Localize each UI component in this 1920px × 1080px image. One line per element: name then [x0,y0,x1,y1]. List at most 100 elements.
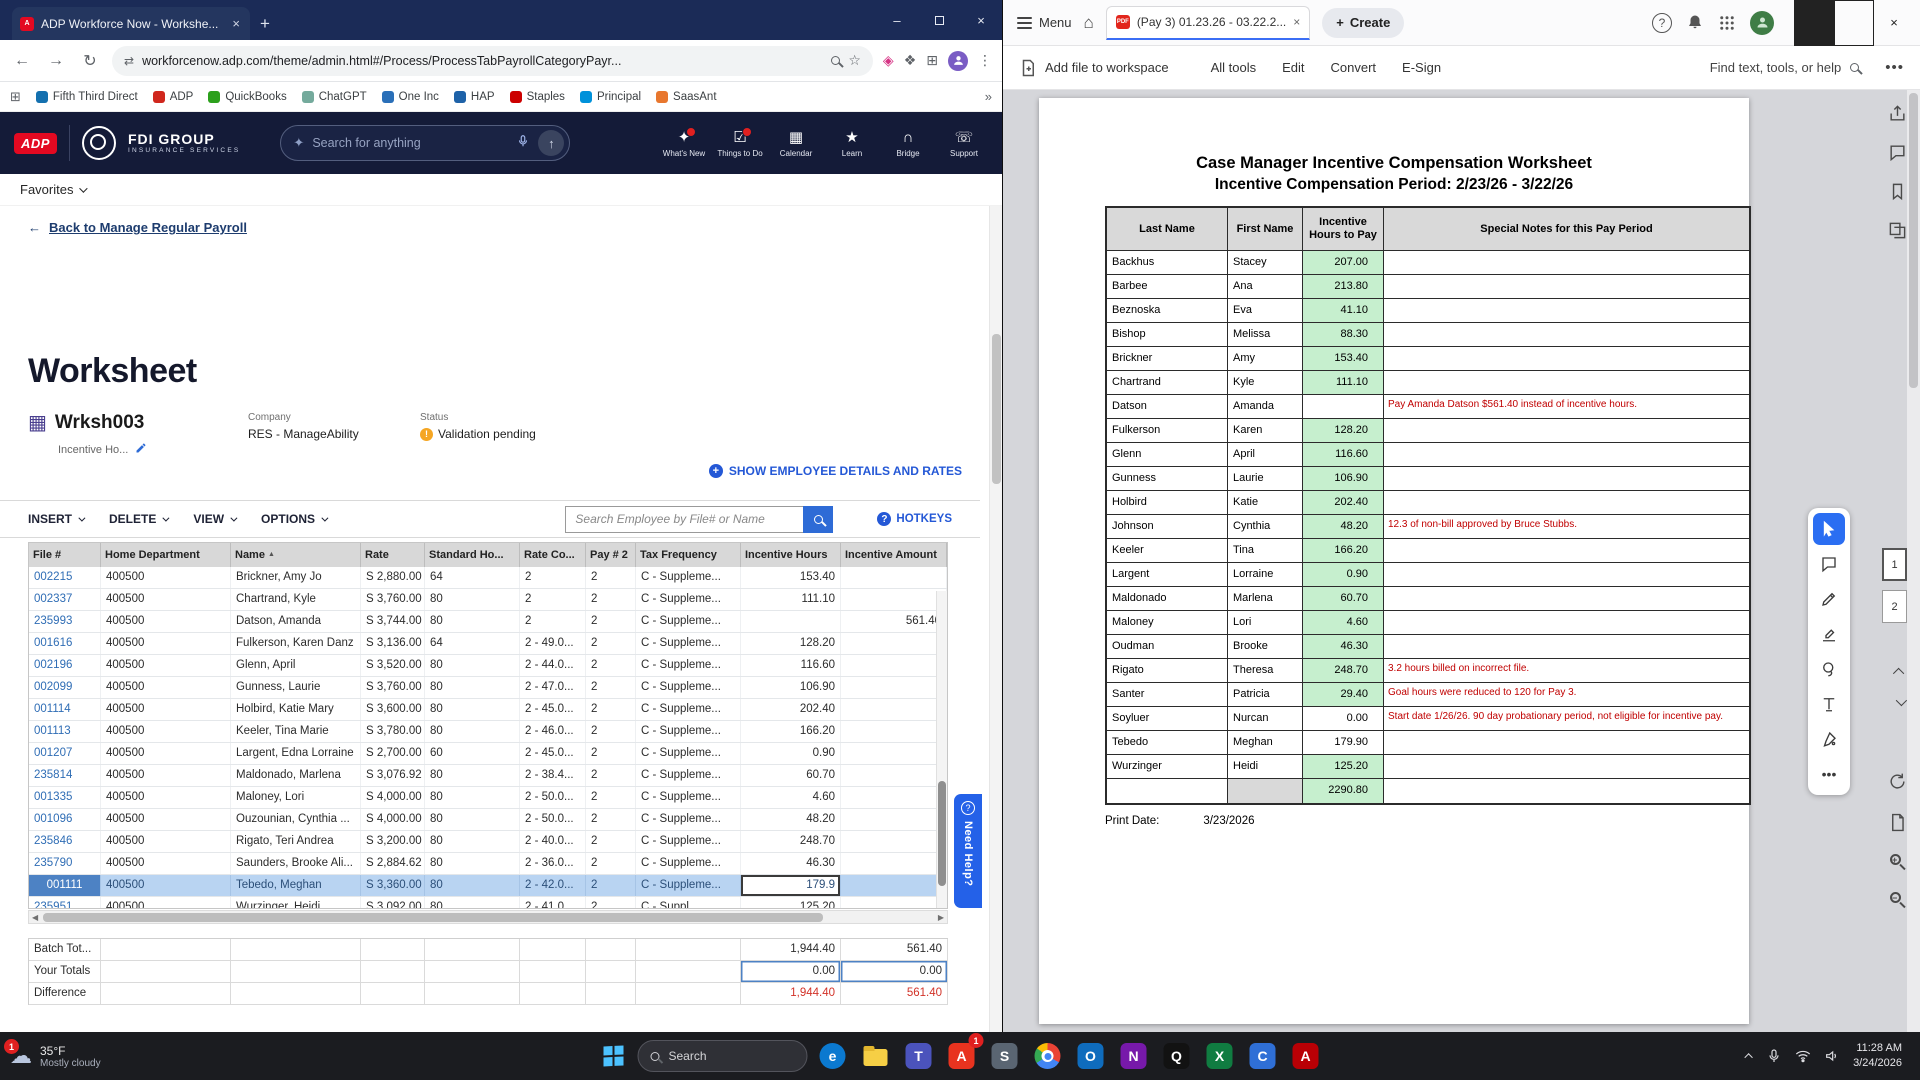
cell-rate[interactable]: S 3,136.00 [361,633,425,654]
cell-rate[interactable]: S 3,520.00 [361,655,425,676]
adp-search-bar[interactable]: ✦ ↑ [280,125,570,161]
cell-file-number[interactable]: 002337 [29,589,101,610]
back-to-payroll-link[interactable]: ← Back to Manage Regular Payroll [28,220,247,235]
cell-standard-hours[interactable]: 80 [425,831,520,852]
cell-incentive-amount[interactable] [841,677,947,698]
cell-tax-frequency[interactable]: C - Suppleme... [636,809,741,830]
pdf-menu-item[interactable]: Convert [1331,60,1377,75]
grid-column-header[interactable]: Incentive Hours [741,543,841,567]
cell-file-number[interactable]: 001207 [29,743,101,764]
grid-menu-button[interactable]: OPTIONS [261,512,326,526]
pdf-close-button[interactable]: × [1874,0,1914,46]
taskbar-app-icon[interactable]: N [1116,1036,1152,1076]
cell-standard-hours[interactable]: 80 [425,853,520,874]
adp-nav-item[interactable]: ☏ Support [940,129,988,158]
cell-name[interactable]: Gunness, Laurie [231,677,361,698]
cell-home-department[interactable]: 400500 [101,589,231,610]
cell-home-department[interactable]: 400500 [101,677,231,698]
find-tools-button[interactable]: Find text, tools, or help [1710,60,1860,75]
cell-rate[interactable]: S 3,200.00 [361,831,425,852]
tray-expand-icon[interactable] [1744,1053,1752,1061]
highlighter-tool-button[interactable] [1813,618,1845,650]
cell-incentive-hours[interactable]: 0.90 [741,743,841,764]
cell-name[interactable]: Glenn, April [231,655,361,676]
taskbar-app-icon[interactable] [858,1036,894,1076]
adp-nav-item[interactable]: ✦ What's New [660,129,708,158]
cell-home-department[interactable]: 400500 [101,699,231,720]
cell-rate-code[interactable]: 2 - 45.0... [520,743,586,764]
cell-tax-frequency[interactable]: C - Suppleme... [636,875,741,896]
cell-pay-2[interactable]: 2 [586,589,636,610]
browser-tab[interactable]: A ADP Workforce Now - Workshe... × [12,7,250,40]
grid-menu-button[interactable]: VIEW [193,512,235,526]
cell-pay-2[interactable]: 2 [586,677,636,698]
cell-standard-hours[interactable]: 80 [425,611,520,632]
pdf-document-tab[interactable]: PDF (Pay 3) 01.23.26 - 03.22.2... × [1106,6,1310,40]
adp-nav-item[interactable]: ▦ Calendar [772,129,820,158]
cell-pay-2[interactable]: 2 [586,875,636,896]
cell-rate-code[interactable]: 2 - 50.0... [520,809,586,830]
pdf-scrollbar[interactable] [1907,90,1920,1032]
site-permissions-icon[interactable]: ⇄ [124,54,134,68]
cell-standard-hours[interactable]: 60 [425,743,520,764]
show-employee-details-link[interactable]: + SHOW EMPLOYEE DETAILS AND RATES [709,464,962,478]
adp-nav-item[interactable]: ★ Learn [828,129,876,158]
scroll-left-icon[interactable]: ◀ [29,913,41,922]
cell-rate-code[interactable]: 2 - 42.0... [520,875,586,896]
bookmarks-overflow-icon[interactable]: » [985,89,992,104]
browser-close-button[interactable]: × [960,0,1002,40]
cell-file-number[interactable]: 001616 [29,633,101,654]
cell-incentive-amount[interactable] [841,853,947,874]
cell-standard-hours[interactable]: 80 [425,677,520,698]
cell-incentive-amount[interactable] [841,589,947,610]
cell-standard-hours[interactable]: 80 [425,875,520,896]
taskbar-app-icon[interactable]: S [987,1036,1023,1076]
account-avatar[interactable] [1750,11,1774,35]
taskbar-search[interactable]: Search [638,1040,808,1072]
cell-rate[interactable]: S 3,744.00 [361,611,425,632]
totals-hours[interactable]: 1,944.40 [741,939,841,961]
table-row[interactable]: 001113 400500 Keeler, Tina Marie S 3,780… [29,721,947,743]
cell-pay-2[interactable]: 2 [586,765,636,786]
taskbar-app-icon[interactable]: C [1245,1036,1281,1076]
cell-name[interactable]: Maldonado, Marlena [231,765,361,786]
cell-pay-2[interactable]: 2 [586,897,636,908]
cell-incentive-hours[interactable]: 46.30 [741,853,841,874]
cell-pay-2[interactable]: 2 [586,831,636,852]
page-thumbnail-2[interactable]: 2 [1882,590,1907,623]
add-text-tool-button[interactable] [1813,688,1845,720]
table-row[interactable]: 235951 400500 Wurzinger, Heidi... S 3,09… [29,897,947,908]
table-row[interactable]: 235993 400500 Datson, Amanda S 3,744.00 … [29,611,947,633]
cell-incentive-hours[interactable]: 48.20 [741,809,841,830]
cell-home-department[interactable]: 400500 [101,655,231,676]
volume-icon[interactable] [1824,1048,1840,1064]
table-row[interactable]: 002196 400500 Glenn, April S 3,520.00 80… [29,655,947,677]
bookmark-item[interactable]: One Inc [382,91,439,103]
cell-incentive-hours[interactable]: 248.70 [741,831,841,852]
cell-standard-hours[interactable]: 80 [425,809,520,830]
cell-home-department[interactable]: 400500 [101,743,231,764]
cell-incentive-amount[interactable] [841,721,947,742]
grid-column-header[interactable]: Tax Frequency [636,543,741,567]
table-row[interactable]: 001335 400500 Maloney, Lori S 4,000.00 8… [29,787,947,809]
cell-tax-frequency[interactable]: C - Suppl... [636,897,741,908]
cell-home-department[interactable]: 400500 [101,787,231,808]
taskbar-app-icon[interactable]: Q [1159,1036,1195,1076]
cell-rate-code[interactable]: 2 - 36.0... [520,853,586,874]
cell-name[interactable]: Chartrand, Kyle [231,589,361,610]
cell-rate[interactable]: S 2,884.62 [361,853,425,874]
cell-file-number[interactable]: 002215 [29,567,101,588]
cell-incentive-amount[interactable] [841,633,947,654]
cell-rate-code[interactable]: 2 - 45.0... [520,699,586,720]
more-options-icon[interactable]: ••• [1885,59,1904,76]
cell-name[interactable]: Largent, Edna Lorraine [231,743,361,764]
cell-standard-hours[interactable]: 80 [425,897,520,908]
cell-name[interactable]: Brickner, Amy Jo [231,567,361,588]
notifications-bell-icon[interactable] [1686,14,1704,32]
bookmark-item[interactable]: Staples [510,91,565,103]
cell-rate-code[interactable]: 2 - 49.0... [520,633,586,654]
weather-widget[interactable]: ☁1 35°F Mostly cloudy [10,1043,180,1069]
cell-tax-frequency[interactable]: C - Suppleme... [636,699,741,720]
pdf-menu-item[interactable]: E-Sign [1402,60,1441,75]
cell-rate-code[interactable]: 2 [520,589,586,610]
